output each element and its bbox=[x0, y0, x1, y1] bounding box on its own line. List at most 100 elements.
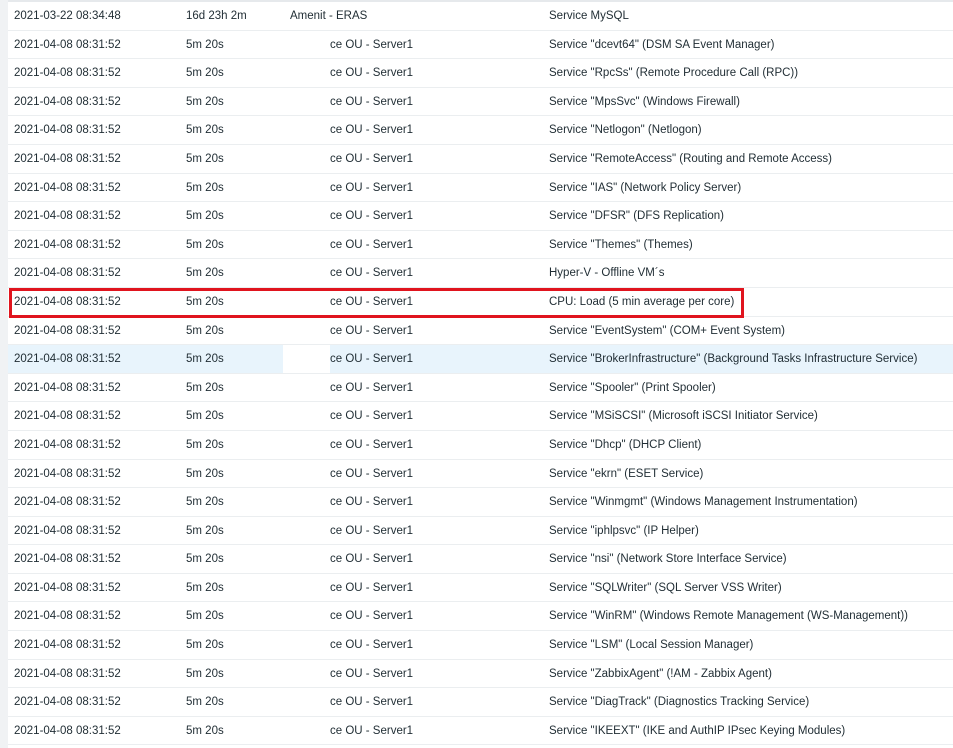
host-cell[interactable]: ce OU - Server1 bbox=[330, 345, 413, 373]
problem-description-cell[interactable]: Service "IKEEXT" (IKE and AuthIP IPsec K… bbox=[549, 717, 845, 745]
host-cell[interactable]: ce OU - Server1 bbox=[330, 88, 413, 116]
time-cell: 2021-04-08 08:31:52 bbox=[14, 639, 121, 652]
table-row[interactable]: 2021-04-08 08:31:52 5m 20s ce OU - Server1… bbox=[8, 488, 953, 517]
duration-cell: 5m 20s bbox=[186, 667, 224, 680]
table-row[interactable]: 2021-04-08 08:31:52 5m 20s ce OU - Server1… bbox=[8, 688, 953, 717]
host-cell[interactable]: ce OU - Server1 bbox=[330, 431, 413, 459]
duration-cell: 5m 20s bbox=[186, 438, 224, 451]
host-cell[interactable]: ce OU - Server1 bbox=[330, 202, 413, 230]
host-cell[interactable]: ce OU - Server1 bbox=[330, 660, 413, 688]
duration-cell: 5m 20s bbox=[186, 181, 224, 194]
problem-description-cell[interactable]: Service "LSM" (Local Session Manager) bbox=[549, 631, 753, 659]
table-row[interactable]: 2021-04-08 08:31:52 5m 20s ce OU - Server1… bbox=[8, 517, 953, 546]
problem-description-cell[interactable]: Service "DFSR" (DFS Replication) bbox=[549, 202, 724, 230]
table-row[interactable]: 2021-04-08 08:31:52 5m 20s ce OU - Server1… bbox=[8, 345, 953, 374]
host-cell[interactable]: ce OU - Server1 bbox=[330, 602, 413, 630]
table-row[interactable]: 2021-04-08 08:31:52 5m 20s ce OU - Server1… bbox=[8, 59, 953, 88]
host-cell[interactable]: ce OU - Server1 bbox=[330, 317, 413, 345]
problem-description-cell[interactable]: CPU: Load (5 min average per core) bbox=[549, 288, 734, 316]
time-cell: 2021-04-08 08:31:52 bbox=[14, 553, 121, 566]
time-cell: 2021-04-08 08:31:52 bbox=[14, 181, 121, 194]
table-row[interactable]: 2021-04-08 08:31:52 5m 20s ce OU - Server1… bbox=[8, 88, 953, 117]
duration-cell: 5m 20s bbox=[186, 381, 224, 394]
problem-description-cell[interactable]: Service "Themes" (Themes) bbox=[549, 231, 693, 259]
time-cell: 2021-04-08 08:31:52 bbox=[14, 524, 121, 537]
host-cell[interactable]: ce OU - Server1 bbox=[330, 145, 413, 173]
host-cell[interactable]: ce OU - Server1 bbox=[330, 517, 413, 545]
duration-cell: 5m 20s bbox=[186, 581, 224, 594]
problem-description-cell[interactable]: Service "dcevt64" (DSM SA Event Manager) bbox=[549, 31, 774, 59]
problem-description-cell[interactable]: Service "Winmgmt" (Windows Management In… bbox=[549, 488, 858, 516]
table-row[interactable]: 2021-04-08 08:31:52 5m 20s ce OU - Server1… bbox=[8, 259, 953, 288]
host-cell[interactable]: Amenit - ERAS bbox=[290, 2, 367, 30]
problem-description-cell[interactable]: Service "ZabbixAgent" (!AM - Zabbix Agen… bbox=[549, 660, 772, 688]
left-border bbox=[0, 0, 8, 748]
table-row[interactable]: 2021-04-08 08:31:52 5m 20s ce OU - Server1… bbox=[8, 374, 953, 403]
duration-cell: 5m 20s bbox=[186, 467, 224, 480]
table-row[interactable]: 2021-04-08 08:31:52 5m 20s ce OU - Server1… bbox=[8, 288, 953, 317]
time-cell: 2021-04-08 08:31:52 bbox=[14, 438, 121, 451]
host-cell[interactable]: ce OU - Server1 bbox=[330, 574, 413, 602]
problem-description-cell[interactable]: Service "DiagTrack" (Diagnostics Trackin… bbox=[549, 688, 809, 716]
table-row[interactable]: 2021-04-08 08:31:52 5m 20s ce OU - Server1… bbox=[8, 145, 953, 174]
problem-description-cell[interactable]: Service "Dhcp" (DHCP Client) bbox=[549, 431, 701, 459]
problem-description-cell[interactable]: Service MySQL bbox=[549, 2, 629, 30]
table-row[interactable]: 2021-04-08 08:31:52 5m 20s ce OU - Server1… bbox=[8, 402, 953, 431]
problem-description-cell[interactable]: Service "BrokerInfrastructure" (Backgrou… bbox=[549, 345, 917, 373]
problem-description-cell[interactable]: Service "WinRM" (Windows Remote Manageme… bbox=[549, 602, 908, 630]
problem-description-cell[interactable]: Service "RemoteAccess" (Routing and Remo… bbox=[549, 145, 832, 173]
table-row[interactable]: 2021-04-08 08:31:52 5m 20s ce OU - Server1… bbox=[8, 631, 953, 660]
table-row[interactable]: 2021-04-08 08:31:52 5m 20s ce OU - Server1… bbox=[8, 460, 953, 489]
table-row[interactable]: 2021-04-08 08:31:52 5m 20s ce OU - Server1… bbox=[8, 202, 953, 231]
table-row[interactable]: 2021-04-08 08:31:52 5m 20s ce OU - Server1… bbox=[8, 431, 953, 460]
host-cell[interactable]: ce OU - Server1 bbox=[330, 259, 413, 287]
problem-description-cell[interactable]: Service "MSiSCSI" (Microsoft iSCSI Initi… bbox=[549, 402, 818, 430]
time-cell: 2021-04-08 08:31:52 bbox=[14, 295, 121, 308]
problem-description-cell[interactable]: Service "Netlogon" (Netlogon) bbox=[549, 116, 702, 144]
table-row[interactable]: 2021-04-08 08:31:52 5m 20s ce OU - Server1… bbox=[8, 717, 953, 746]
problem-description-cell[interactable]: Service "SQLWriter" (SQL Server VSS Writ… bbox=[549, 574, 782, 602]
table-row[interactable]: 2021-04-08 08:31:52 5m 20s ce OU - Server1… bbox=[8, 31, 953, 60]
duration-cell: 5m 20s bbox=[186, 124, 224, 137]
host-cell[interactable]: ce OU - Server1 bbox=[330, 631, 413, 659]
table-row[interactable]: 2021-04-08 08:31:52 5m 20s ce OU - Server1… bbox=[8, 660, 953, 689]
host-cell[interactable]: ce OU - Server1 bbox=[330, 374, 413, 402]
problem-description-cell[interactable]: Service "IAS" (Network Policy Server) bbox=[549, 174, 741, 202]
host-cell[interactable]: ce OU - Server1 bbox=[330, 288, 413, 316]
host-cell[interactable]: ce OU - Server1 bbox=[330, 402, 413, 430]
duration-cell: 5m 20s bbox=[186, 353, 224, 366]
problem-description-cell[interactable]: Service "RpcSs" (Remote Procedure Call (… bbox=[549, 59, 798, 87]
table-row[interactable]: 2021-04-08 08:31:52 5m 20s ce OU - Server1… bbox=[8, 545, 953, 574]
host-cell[interactable]: ce OU - Server1 bbox=[330, 545, 413, 573]
table-row[interactable]: 2021-04-08 08:31:52 5m 20s ce OU - Server1… bbox=[8, 574, 953, 603]
time-cell: 2021-04-08 08:31:52 bbox=[14, 324, 121, 337]
table-row[interactable]: 2021-04-08 08:31:52 5m 20s ce OU - Server1… bbox=[8, 231, 953, 260]
table-row[interactable]: 2021-04-08 08:31:52 5m 20s ce OU - Server1… bbox=[8, 174, 953, 203]
host-cell[interactable]: ce OU - Server1 bbox=[330, 231, 413, 259]
host-cell[interactable]: ce OU - Server1 bbox=[330, 174, 413, 202]
problem-description-cell[interactable]: Service "MpsSvc" (Windows Firewall) bbox=[549, 88, 740, 116]
problem-description-cell[interactable]: Service "nsi" (Network Store Interface S… bbox=[549, 545, 787, 573]
time-cell: 2021-04-08 08:31:52 bbox=[14, 696, 121, 709]
table-row[interactable]: 2021-04-08 08:31:52 5m 20s ce OU - Server1… bbox=[8, 116, 953, 145]
host-cell[interactable]: ce OU - Server1 bbox=[330, 460, 413, 488]
problem-description-cell[interactable]: Service "Spooler" (Print Spooler) bbox=[549, 374, 716, 402]
table-row[interactable]: 2021-04-08 08:31:52 5m 20s ce OU - Server1… bbox=[8, 317, 953, 346]
time-cell: 2021-04-08 08:31:52 bbox=[14, 95, 121, 108]
time-cell: 2021-04-08 08:31:52 bbox=[14, 124, 121, 137]
host-cell[interactable]: ce OU - Server1 bbox=[330, 688, 413, 716]
host-cell[interactable]: ce OU - Server1 bbox=[330, 717, 413, 745]
problem-description-cell[interactable]: Service "ekrn" (ESET Service) bbox=[549, 460, 703, 488]
table-row[interactable]: 2021-04-08 08:31:52 5m 20s ce OU - Server1… bbox=[8, 602, 953, 632]
host-cell[interactable]: ce OU - Server1 bbox=[330, 31, 413, 59]
host-cell[interactable]: ce OU - Server1 bbox=[330, 488, 413, 516]
problem-description-cell[interactable]: Service "iphlpsvc" (IP Helper) bbox=[549, 517, 699, 545]
time-cell: 2021-04-08 08:31:52 bbox=[14, 152, 121, 165]
problem-description-cell[interactable]: Hyper-V - Offline VM´s bbox=[549, 259, 664, 287]
host-cell[interactable]: ce OU - Server1 bbox=[330, 59, 413, 87]
time-cell: 2021-04-08 08:31:52 bbox=[14, 381, 121, 394]
problem-description-cell[interactable]: Service "EventSystem" (COM+ Event System… bbox=[549, 317, 785, 345]
table-row[interactable]: 2021-03-22 08:34:48 16d 23h 2m Amenit - ER… bbox=[8, 2, 953, 31]
column-gap bbox=[283, 345, 330, 373]
host-cell[interactable]: ce OU - Server1 bbox=[330, 116, 413, 144]
